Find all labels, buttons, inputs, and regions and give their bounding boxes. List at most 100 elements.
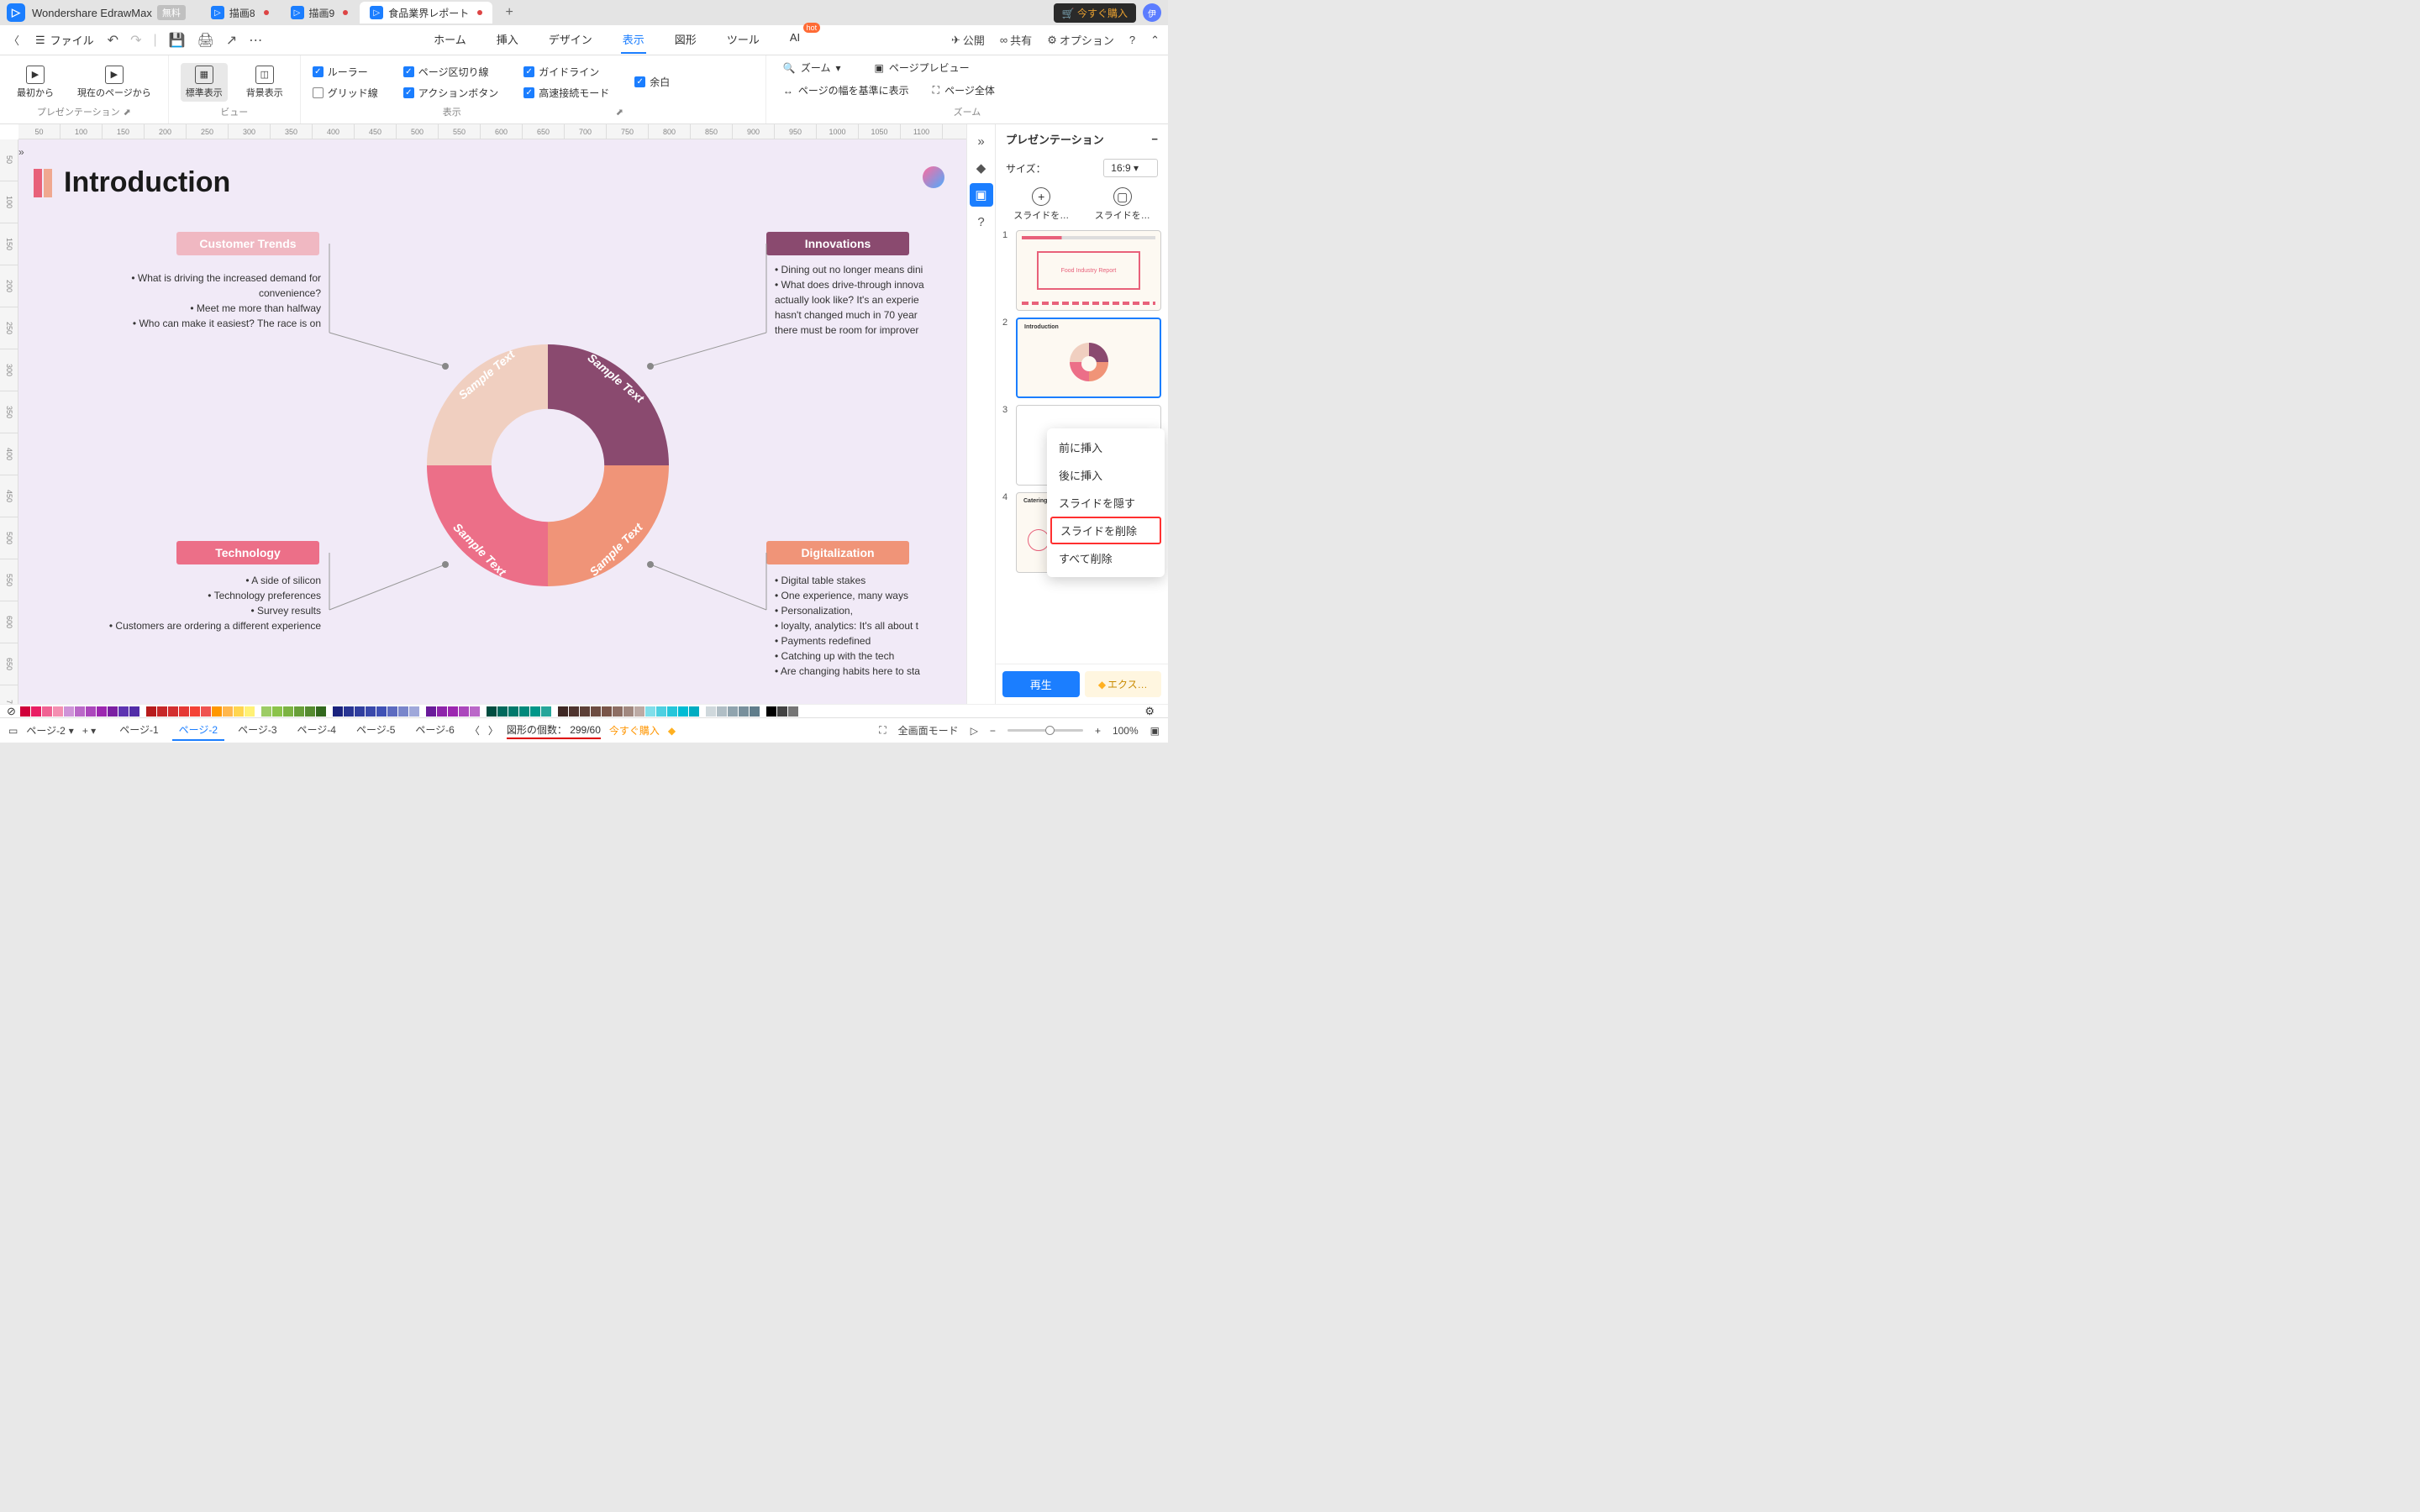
ruler-checkbox[interactable]: ✓ルーラー (313, 65, 378, 79)
publish-button[interactable]: ✈ 公開 (951, 32, 985, 48)
color-swatch[interactable] (459, 706, 469, 717)
fill-tool-icon[interactable]: ◆ (970, 156, 993, 180)
color-swatch[interactable] (530, 706, 540, 717)
tab-shapes[interactable]: 図形 (673, 26, 698, 54)
tab-tools[interactable]: ツール (725, 26, 761, 54)
more-button[interactable]: ⋯ (249, 32, 262, 49)
print-button[interactable]: 🖨 (197, 32, 214, 49)
color-swatch[interactable] (645, 706, 655, 717)
color-swatch[interactable] (75, 706, 85, 717)
color-swatch[interactable] (750, 706, 760, 717)
color-swatch[interactable] (667, 706, 677, 717)
prev-page-button[interactable]: 〈 (470, 723, 480, 738)
redo-button[interactable]: ↷ (130, 32, 141, 49)
undo-button[interactable]: ↶ (108, 32, 118, 49)
bullets-customer-trends[interactable]: • What is driving the increased demand f… (111, 270, 321, 331)
ctx-delete-all[interactable]: すべて削除 (1047, 544, 1165, 572)
color-swatch[interactable] (788, 706, 798, 717)
zoom-slider[interactable] (1007, 729, 1083, 732)
margin-checkbox[interactable]: ✓余白 (634, 75, 670, 89)
save-button[interactable]: 💾 (169, 32, 186, 49)
color-swatch[interactable] (20, 706, 30, 717)
ctx-insert-after[interactable]: 後に挿入 (1047, 461, 1165, 489)
color-swatch[interactable] (580, 706, 590, 717)
color-swatch[interactable] (591, 706, 601, 717)
buy-now-button[interactable]: 🛒 今すぐ購入 (1054, 3, 1136, 23)
page-overview-icon[interactable]: ▭ (8, 725, 18, 737)
page-tab-1[interactable]: ページ-1 (113, 720, 165, 741)
color-swatch[interactable] (497, 706, 508, 717)
add-tab-button[interactable]: + (499, 3, 519, 23)
color-swatch[interactable] (437, 706, 447, 717)
color-swatch[interactable] (448, 706, 458, 717)
color-swatch[interactable] (366, 706, 376, 717)
color-swatch[interactable] (569, 706, 579, 717)
dialog-launcher-icon[interactable]: ⬈ (616, 107, 623, 118)
color-swatch[interactable] (678, 706, 688, 717)
grid-checkbox[interactable]: グリッド線 (313, 86, 378, 100)
page-tab-4[interactable]: ページ-4 (291, 720, 343, 741)
palette-settings-icon[interactable]: ⚙ (1144, 705, 1155, 718)
color-swatch[interactable] (426, 706, 436, 717)
minimize-icon[interactable]: − (1151, 133, 1158, 145)
file-menu[interactable]: ファイル (50, 32, 94, 48)
color-swatch[interactable] (179, 706, 189, 717)
color-swatch[interactable] (689, 706, 699, 717)
options-button[interactable]: ⚙ オプション (1047, 32, 1114, 48)
color-swatch[interactable] (261, 706, 271, 717)
help-button[interactable]: ? (1129, 34, 1135, 46)
color-swatch[interactable] (97, 706, 107, 717)
color-swatch[interactable] (508, 706, 518, 717)
color-swatch[interactable] (717, 706, 727, 717)
color-swatch[interactable] (64, 706, 74, 717)
zoom-button[interactable]: 🔍ズーム▾ (783, 60, 841, 75)
page-preview-button[interactable]: ▣ページプレビュー (875, 60, 970, 75)
color-swatch[interactable] (157, 706, 167, 717)
color-swatch[interactable] (305, 706, 315, 717)
collapse-rail-button[interactable]: » (970, 129, 993, 153)
color-swatch[interactable] (558, 706, 568, 717)
add-slide-auto-button[interactable]: ▢スライドを… (1084, 187, 1162, 222)
document-tab-1[interactable]: ▷描画8 (201, 2, 279, 24)
no-fill-icon[interactable]: ⊘ (7, 705, 16, 718)
document-tab-3[interactable]: ▷食品業界レポート (360, 2, 492, 24)
color-swatch[interactable] (344, 706, 354, 717)
present-from-current[interactable]: ▶現在のページから (72, 63, 156, 102)
slide-thumb-2[interactable]: Introduction (1016, 318, 1161, 398)
dialog-launcher-icon[interactable]: ⬈ (124, 107, 131, 118)
actionbtn-checkbox[interactable]: ✓アクションボタン (403, 86, 498, 100)
fastconnect-checkbox[interactable]: ✓高速接続モード (523, 86, 609, 100)
back-button[interactable]: 〈 (8, 32, 25, 49)
add-page-button[interactable]: + ▾ (82, 725, 96, 737)
slide-thumb-1[interactable]: Food Industry Report (1016, 230, 1161, 311)
color-swatch[interactable] (355, 706, 365, 717)
ctx-delete-slide[interactable]: スライドを削除 (1050, 517, 1161, 544)
background-view[interactable]: ◫背景表示 (241, 63, 288, 102)
color-swatch[interactable] (656, 706, 666, 717)
export-button[interactable]: ◆エクス… (1085, 671, 1162, 697)
color-swatch[interactable] (728, 706, 738, 717)
pagebreak-checkbox[interactable]: ✓ページ区切り線 (403, 65, 498, 79)
page-tab-2[interactable]: ページ-2 (172, 720, 224, 741)
color-swatch[interactable] (398, 706, 408, 717)
color-swatch[interactable] (190, 706, 200, 717)
color-swatch[interactable] (470, 706, 480, 717)
color-swatch[interactable] (316, 706, 326, 717)
color-swatch[interactable] (739, 706, 749, 717)
color-swatch[interactable] (602, 706, 612, 717)
color-swatch[interactable] (168, 706, 178, 717)
play-button[interactable]: 再生 (1002, 671, 1080, 697)
menu-icon[interactable]: ☰ (35, 34, 45, 47)
fit-width-button[interactable]: ↔ページの幅を基準に表示 (783, 83, 909, 97)
ctx-hide-slide[interactable]: スライドを隠す (1047, 489, 1165, 517)
color-swatch[interactable] (108, 706, 118, 717)
guideline-checkbox[interactable]: ✓ガイドライン (523, 65, 609, 79)
page-tab-6[interactable]: ページ-6 (408, 720, 460, 741)
color-swatch[interactable] (283, 706, 293, 717)
header-digitalization[interactable]: Digitalization (766, 541, 909, 564)
fullscreen-button[interactable]: 全画面モード (898, 723, 959, 738)
color-swatch[interactable] (409, 706, 419, 717)
expand-panel-button[interactable]: » (18, 146, 32, 160)
fit-page-button[interactable]: ⛶ページ全体 (933, 83, 995, 97)
bullets-technology[interactable]: • A side of silicon • Technology prefere… (94, 573, 321, 633)
